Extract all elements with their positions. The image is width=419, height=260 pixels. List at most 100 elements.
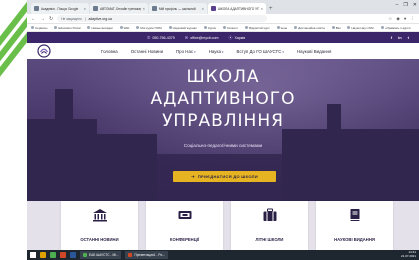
tab-label: АВТОМАТ-Онлайн тренажер Українська <box>100 6 141 11</box>
bookmark-item[interactable]: Курси <box>204 26 216 30</box>
bookmark-icon <box>294 26 298 29</box>
chrome-icon <box>83 253 87 257</box>
feature-cards: ОСТАННІ НОВИНИ КОНФЕРЕНЦІЇ ЛІТНІ ШКОЛИ Н… <box>27 201 419 250</box>
site-contact-bar: ✆ 050-756-4379 ✉ office@mycit.com ⦿ Харк… <box>27 32 419 43</box>
contact-phone[interactable]: ✆ 050-756-4379 <box>147 35 175 40</box>
os-taskbar: ЕАБ ШАУСТС - Мі... Презентация1 - Po... … <box>27 250 419 260</box>
star-icon[interactable]: ☆ <box>388 16 392 22</box>
reload-button[interactable]: ↻ <box>49 16 53 22</box>
menu-icon[interactable]: ⋮ <box>411 16 416 22</box>
close-icon[interactable]: × <box>84 6 86 11</box>
briefcase-icon <box>263 208 276 221</box>
windows-start-icon[interactable] <box>30 252 36 258</box>
maximize-button[interactable]: ❐ <box>403 2 407 8</box>
powerpoint-icon[interactable] <box>60 252 66 258</box>
hero-title: ШКОЛА АДАПТИВНОГО УПРАВЛІННЯ <box>150 67 296 131</box>
main-menu: Головна Останні Новини Про Нас▾ Наука▾ В… <box>101 49 331 54</box>
bookmark-icon <box>168 26 172 29</box>
taskbar-app[interactable]: Презентация1 - Po... <box>125 251 168 259</box>
favicon-icon <box>93 6 98 11</box>
bookmark-item[interactable]: «Правові» п-курси <box>380 26 410 30</box>
card-label: ЛІТНІ ШКОЛИ <box>255 237 284 242</box>
chrome-icon[interactable] <box>50 252 56 258</box>
twitter-icon[interactable]: t <box>408 35 409 40</box>
bookmark-item[interactable]: Дистанційна освіта <box>294 26 325 30</box>
url-text: adaptive.org.ua <box>88 16 112 21</box>
card-label: КОНФЕРЕНЦІЇ <box>169 237 200 242</box>
bookmark-item[interactable]: Wiki <box>119 26 129 30</box>
profile-icon[interactable]: ● <box>404 16 407 22</box>
bookmark-item[interactable]: Вікі <box>331 26 340 30</box>
bookmarks-bar: Сервисы Education Portal Новые вкладки W… <box>27 24 419 32</box>
card-latest-news[interactable]: ОСТАННІ НОВИНИ <box>61 201 138 250</box>
bookmark-icon <box>347 26 351 29</box>
hero-subtitle: Соціально-педагогічними системами <box>183 143 263 148</box>
file-explorer-icon[interactable] <box>40 252 46 258</box>
browser-tab-active[interactable]: ШКОЛА АДАПТИВНОГО УПРАВЛІННЯ × <box>208 3 266 14</box>
book-icon <box>350 209 359 221</box>
minimize-button[interactable]: – <box>396 2 399 8</box>
close-icon[interactable]: × <box>143 6 145 11</box>
bookmark-icon <box>119 26 123 29</box>
forward-button[interactable]: → <box>40 16 45 22</box>
browser-tab[interactable]: АВТОМАТ-Онлайн тренажер Українська × <box>90 3 148 14</box>
phone-icon: ✆ <box>147 35 151 40</box>
projector-icon <box>178 211 191 219</box>
facebook-icon[interactable]: f <box>391 35 392 40</box>
browser-tab[interactable]: Мій профіль — шкільний × <box>149 3 207 14</box>
system-clock[interactable]: 14:31 21.07.2021 <box>401 251 416 258</box>
tab-label: ШКОЛА АДАПТИВНОГО УПРАВЛІННЯ <box>218 6 259 11</box>
card-label: НАУКОВІ ВИДАННЯ <box>334 237 375 242</box>
bookmark-item[interactable]: Науковий журнал <box>168 26 197 30</box>
bookmark-item[interactable]: Новые вкладки <box>87 26 113 30</box>
bookmark-item[interactable]: Education Portal <box>54 26 80 30</box>
card-summer-schools[interactable]: ЛІТНІ ШКОЛИ <box>231 201 308 250</box>
bookmark-icon <box>380 26 384 29</box>
taskbar-app[interactable]: ЕАБ ШАУСТС - Мі... <box>80 251 122 259</box>
card-conferences[interactable]: КОНФЕРЕНЦІЇ <box>146 201 223 250</box>
bookmark-icon <box>87 26 91 29</box>
bookmark-item[interactable]: Інше <box>276 26 287 30</box>
extensions-icon[interactable]: ◆ <box>396 16 399 22</box>
card-publications[interactable]: НАУКОВІ ВИДАННЯ <box>316 201 393 250</box>
bookmark-item[interactable]: Мої курси ПОМ <box>136 26 162 30</box>
bookmark-icon <box>245 26 248 29</box>
back-button[interactable]: ← <box>31 16 36 22</box>
building-icon <box>92 209 107 222</box>
menu-item-publications[interactable]: Наукові Видання <box>297 49 331 54</box>
arrow-right-icon: ➜ <box>191 173 195 179</box>
tab-label: Мій профіль — шкільний <box>159 6 196 11</box>
hero-building-silhouette <box>282 129 419 201</box>
bookmark-item[interactable]: Науки Науч бібл <box>347 26 374 30</box>
close-icon[interactable]: × <box>202 6 204 11</box>
menu-item-news[interactable]: Останні Новини <box>131 49 163 54</box>
bookmark-icon <box>331 26 335 29</box>
linkedin-icon[interactable]: in <box>398 35 402 40</box>
bookmark-item[interactable]: Каталог <box>223 26 238 30</box>
bookmark-icon <box>204 26 208 29</box>
bookmark-item[interactable]: Сервисы <box>31 26 47 30</box>
bookmark-icon <box>276 26 280 29</box>
logo-icon <box>37 44 51 58</box>
bookmark-item[interactable]: Відкритий курс <box>245 26 270 30</box>
join-school-button[interactable]: ➜ ПРИЄДНАТИСЯ ДО ШКОЛИ <box>173 171 276 182</box>
tab-strip: Академія - Пошук Google × АВТОМАТ-Онлайн… <box>27 0 419 14</box>
menu-item-about[interactable]: Про Нас▾ <box>176 49 196 54</box>
tab-label: Академія - Пошук Google <box>41 6 79 11</box>
menu-item-home[interactable]: Головна <box>101 49 118 54</box>
url-input[interactable]: Не защищено | adaptive.org.ua <box>57 15 268 22</box>
card-label: ОСТАННІ НОВИНИ <box>80 237 119 242</box>
security-indicator[interactable]: Не защищено <box>61 17 82 21</box>
menu-item-admission[interactable]: Вступ До ГО ШАУСТС▾ <box>237 49 284 54</box>
site-logo[interactable] <box>37 44 51 58</box>
close-icon[interactable]: × <box>261 6 263 11</box>
close-window-button[interactable]: ✕ <box>413 2 417 8</box>
word-icon[interactable] <box>70 252 76 258</box>
window-controls: – ❐ ✕ <box>396 2 417 8</box>
contact-email[interactable]: ✉ office@mycit.com <box>185 35 219 40</box>
browser-tab[interactable]: Академія - Пошук Google × <box>31 3 89 14</box>
new-tab-button[interactable]: + <box>269 4 273 14</box>
favicon-icon <box>211 6 216 11</box>
contact-location: ⦿ Харків <box>228 34 246 40</box>
menu-item-science[interactable]: Наука▾ <box>209 49 224 54</box>
